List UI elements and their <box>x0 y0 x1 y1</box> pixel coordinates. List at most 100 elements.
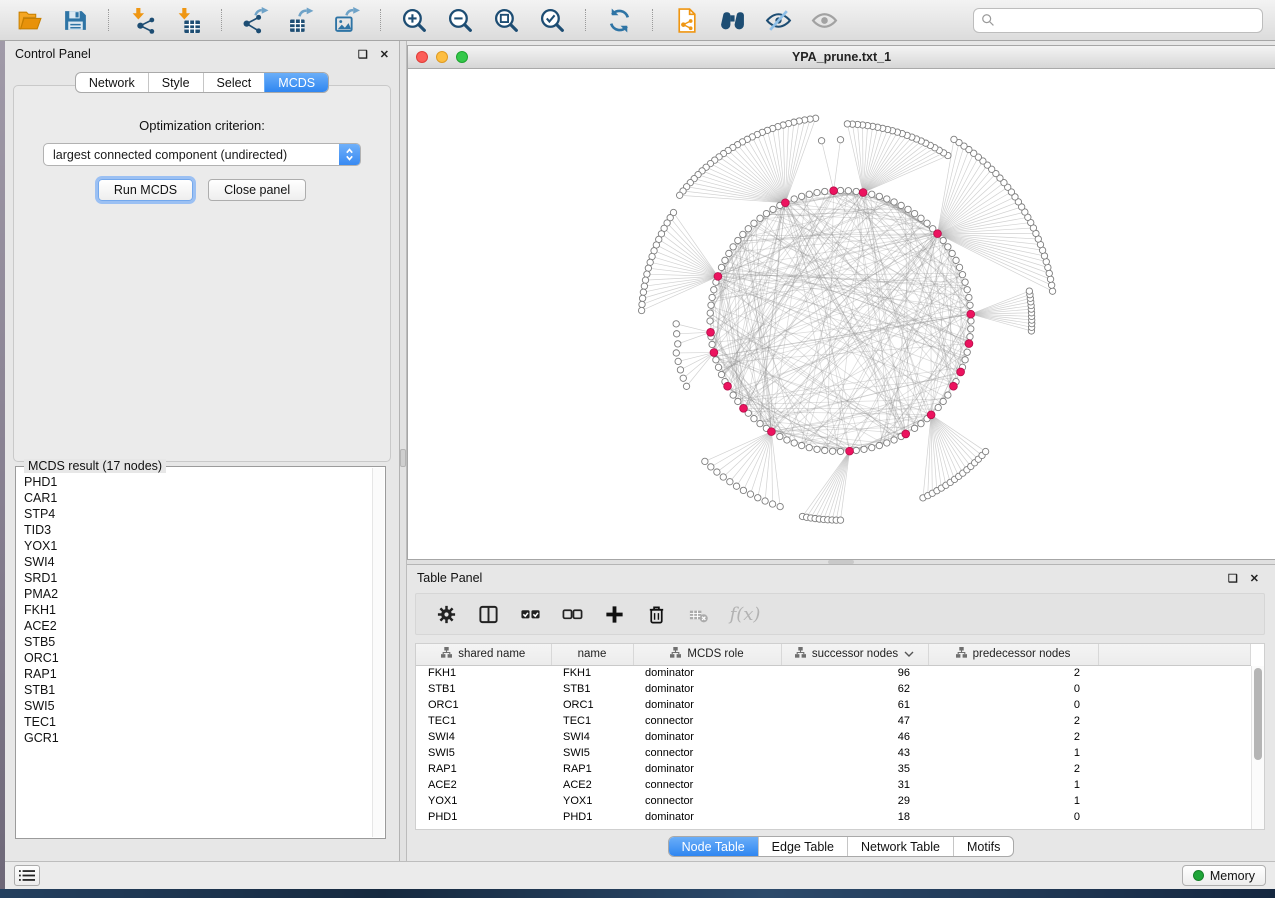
mcds-result-scrollbar[interactable] <box>372 468 384 837</box>
zoom-out-icon <box>447 7 474 34</box>
table-row[interactable]: TEC1TEC1connector472 <box>416 713 1251 729</box>
task-history-button[interactable] <box>14 865 40 886</box>
table-scrollbar[interactable] <box>1251 666 1264 829</box>
close-panel-icon[interactable]: ✕ <box>1250 572 1259 585</box>
search-input[interactable] <box>1000 13 1255 27</box>
open-file-button[interactable] <box>12 4 46 36</box>
close-window-icon[interactable] <box>416 51 428 63</box>
tab-mcds[interactable]: MCDS <box>264 73 328 92</box>
toggle-columns-button[interactable] <box>472 598 504 630</box>
table-row[interactable]: YOX1YOX1connector291 <box>416 793 1251 809</box>
table-row[interactable]: FKH1FKH1dominator962 <box>416 665 1251 681</box>
table-row[interactable]: SWI4SWI4dominator462 <box>416 729 1251 745</box>
table-panel-titlebar[interactable]: Table Panel ❑ ✕ <box>407 565 1275 591</box>
table-cell: YOX1 <box>551 793 633 809</box>
mcds-result-node: YOX1 <box>24 538 365 554</box>
memory-button[interactable]: Memory <box>1182 865 1266 886</box>
column-header-shared-name[interactable]: shared name <box>416 644 551 665</box>
column-header-successor-nodes[interactable]: successor nodes <box>781 644 928 665</box>
delete-table-icon <box>688 604 709 625</box>
tab-node-table[interactable]: Node Table <box>669 837 758 856</box>
splitter-grip[interactable] <box>400 449 406 467</box>
tab-motifs[interactable]: Motifs <box>953 837 1013 856</box>
import-table-button[interactable] <box>171 4 205 36</box>
search-network-button[interactable] <box>715 4 749 36</box>
column-label: successor nodes <box>812 648 898 660</box>
table-settings-button[interactable] <box>430 598 462 630</box>
table-cell: PHD1 <box>416 809 551 825</box>
vertical-splitter[interactable] <box>400 41 407 862</box>
control-panel-titlebar[interactable]: Control Panel ❑ ✕ <box>5 41 399 67</box>
table-cell: 1 <box>928 745 1098 761</box>
table-row[interactable]: RAP1RAP1dominator352 <box>416 761 1251 777</box>
table-cell: 1 <box>928 777 1098 793</box>
column-type-icon <box>670 647 681 661</box>
scrollbar-thumb[interactable] <box>1254 668 1262 760</box>
table-row[interactable]: ACE2ACE2connector311 <box>416 777 1251 793</box>
table-cell: 29 <box>781 793 928 809</box>
delete-entry-button[interactable] <box>640 598 672 630</box>
tab-network[interactable]: Network <box>76 73 148 92</box>
table-row[interactable]: PHD1PHD1dominator180 <box>416 809 1251 825</box>
tab-select[interactable]: Select <box>203 73 265 92</box>
mcds-result-node: CAR1 <box>24 490 365 506</box>
table-row[interactable]: ORC1ORC1dominator610 <box>416 697 1251 713</box>
table-cell: dominator <box>633 729 781 745</box>
zoom-out-button[interactable] <box>443 4 477 36</box>
network-canvas[interactable] <box>408 69 1275 559</box>
zoom-window-icon[interactable] <box>456 51 468 63</box>
mcds-result-node: STB1 <box>24 682 365 698</box>
clone-network-button[interactable] <box>669 4 703 36</box>
select-all-button[interactable] <box>514 598 546 630</box>
column-header-name[interactable]: name <box>551 644 633 665</box>
search-box[interactable] <box>973 8 1263 33</box>
table-cell: ORC1 <box>416 697 551 713</box>
close-panel-button[interactable]: Close panel <box>208 179 306 201</box>
table-row[interactable]: SWI5SWI5connector431 <box>416 745 1251 761</box>
network-window-titlebar[interactable]: YPA_prune.txt_1 <box>408 46 1275 69</box>
zoom-fit-button[interactable] <box>489 4 523 36</box>
save-session-button[interactable] <box>58 4 92 36</box>
mcds-result-node: SWI4 <box>24 554 365 570</box>
toolbar-separator <box>380 9 381 31</box>
minimize-window-icon[interactable] <box>436 51 448 63</box>
toggle-panel-visibility-button[interactable] <box>761 4 795 36</box>
mcds-result-node: FKH1 <box>24 602 365 618</box>
table-cell: connector <box>633 777 781 793</box>
column-type-icon <box>795 647 806 661</box>
table-cell: YOX1 <box>416 793 551 809</box>
run-mcds-button[interactable]: Run MCDS <box>98 179 193 201</box>
export-image-button[interactable] <box>330 4 364 36</box>
tab-style[interactable]: Style <box>148 73 203 92</box>
table-cell: 0 <box>928 809 1098 825</box>
float-panel-icon[interactable]: ❑ <box>358 48 368 61</box>
zoom-in-button[interactable] <box>397 4 431 36</box>
zoom-selected-button[interactable] <box>535 4 569 36</box>
mcds-result-node: TEC1 <box>24 714 365 730</box>
add-entry-button[interactable] <box>598 598 630 630</box>
table-cell: FKH1 <box>551 665 633 681</box>
tab-network-table[interactable]: Network Table <box>847 837 953 856</box>
refresh-view-button[interactable] <box>602 4 636 36</box>
table-cell: ACE2 <box>551 777 633 793</box>
export-network-button[interactable] <box>238 4 272 36</box>
table-cell: 2 <box>928 665 1098 681</box>
table-row[interactable]: STB1STB1dominator620 <box>416 681 1251 697</box>
tab-edge-table[interactable]: Edge Table <box>758 837 847 856</box>
deselect-all-button[interactable] <box>556 598 588 630</box>
import-network-button[interactable] <box>125 4 159 36</box>
column-header-predecessor-nodes[interactable]: predecessor nodes <box>928 644 1098 665</box>
select-all-icon <box>520 604 541 625</box>
export-table-button[interactable] <box>284 4 318 36</box>
control-panel-title: Control Panel <box>15 47 91 61</box>
import-table-icon <box>175 7 202 34</box>
mcds-result-list[interactable]: PHD1CAR1STP4TID3YOX1SWI4SRD1PMA2FKH1ACE2… <box>18 469 371 836</box>
table-cell: FKH1 <box>416 665 551 681</box>
close-panel-icon[interactable]: ✕ <box>380 48 389 61</box>
float-panel-icon[interactable]: ❑ <box>1228 572 1238 585</box>
table-cell: 0 <box>928 681 1098 697</box>
optimization-criterion-select[interactable]: largest connected component (undirected) <box>43 143 361 166</box>
column-label: name <box>578 648 607 660</box>
zoom-selected-icon <box>539 7 566 34</box>
column-header-MCDS-role[interactable]: MCDS role <box>633 644 781 665</box>
